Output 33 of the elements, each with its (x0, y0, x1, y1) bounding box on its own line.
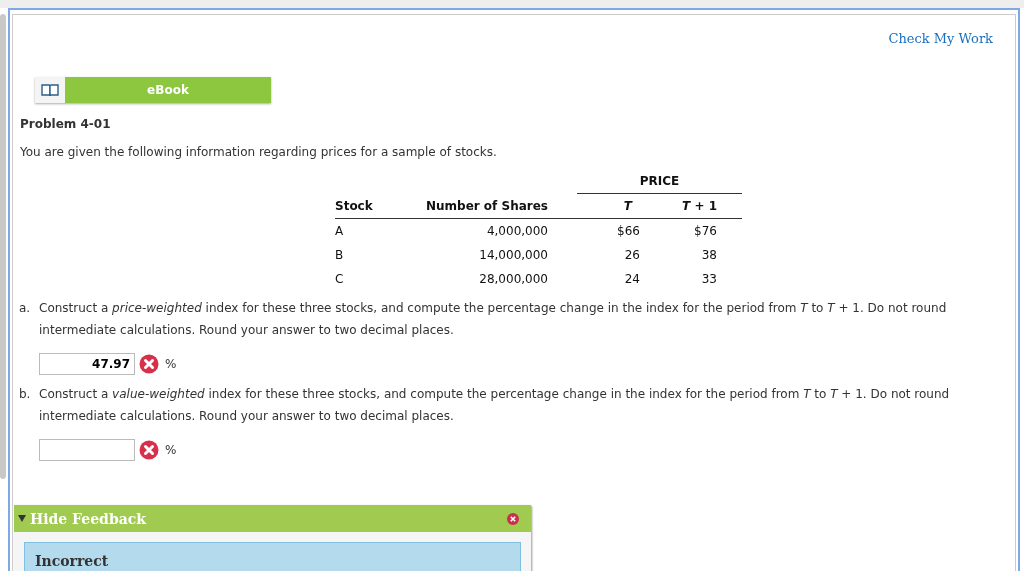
answer-field[interactable]: 47.97 (39, 353, 135, 375)
table-cell: 33 (701, 272, 717, 286)
question-text: Construct a value-weighted index for these three stocks, and compute the percentage change in the index for the period from T to T + 1. Do not round intermediate calculations. Round your answer to two decimal places. (39, 386, 951, 425)
table-cell: 26 (624, 248, 640, 262)
table-cell: C (335, 272, 344, 286)
feedback-status: Incorrect (35, 553, 109, 569)
column-header: Stock (335, 198, 373, 213)
table-cell: $76 (694, 224, 717, 238)
column-group-header: PRICE (639, 174, 680, 188)
question-letter: a. (19, 300, 32, 317)
close-icon[interactable] (507, 512, 519, 525)
feedback-title: Hide Feedback (30, 510, 148, 527)
problem-title: Problem 4-01 (20, 117, 112, 131)
triangle-icon (18, 515, 26, 522)
table-cell: 4,000,000 (486, 224, 548, 238)
table-cell: B (335, 248, 344, 262)
table-cell: 24 (624, 272, 640, 286)
question-text: Construct a price-weighted index for these three stocks, and compute the percentage change in the index for the period from T to T + 1. Do not round intermediate calculations. Round your answer to two decimal places. (39, 300, 948, 339)
percent-unit: % (165, 357, 177, 371)
table-cell: 28,000,000 (479, 272, 548, 286)
column-header: T (623, 199, 632, 213)
column-header: T + 1 (682, 199, 717, 213)
book-icon (41, 83, 59, 97)
intro-text: You are given the following information regarding prices for a sample of stocks. (20, 145, 498, 159)
table-cell: A (335, 224, 344, 238)
table-cell: $66 (617, 224, 640, 238)
table-cell: 38 (701, 248, 717, 262)
question-letter: b. (19, 386, 32, 403)
percent-unit: % (165, 443, 177, 457)
table-cell: 14,000,000 (479, 248, 548, 262)
answer-field[interactable] (39, 439, 135, 461)
column-header: Number of Shares (425, 198, 548, 213)
check-my-work-link[interactable]: Check My Work (888, 31, 993, 77)
